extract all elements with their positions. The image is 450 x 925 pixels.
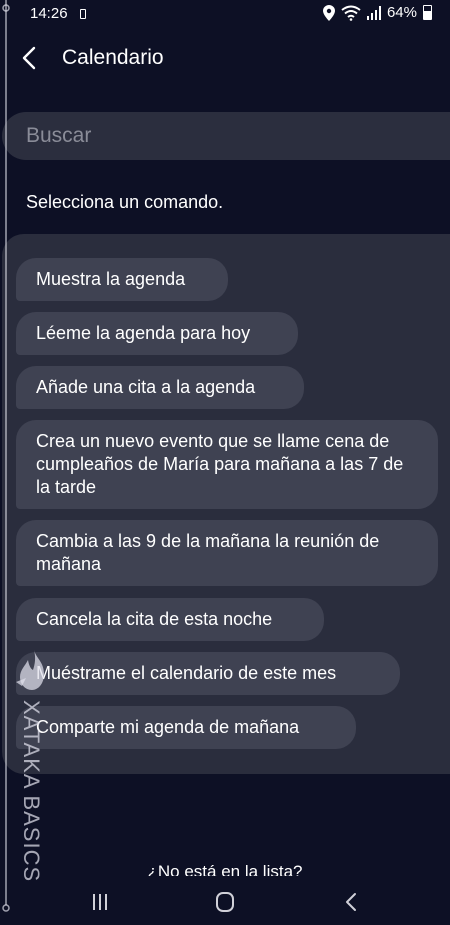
status-indicators: 64% [322, 4, 432, 21]
nav-back-icon[interactable] [332, 886, 372, 918]
home-icon[interactable] [205, 886, 245, 918]
command-item[interactable]: Léeme la agenda para hoy [16, 312, 298, 355]
sim-icon [80, 9, 86, 19]
commands-panel: Muestra la agenda Léeme la agenda para h… [2, 234, 450, 774]
status-bar: 14:26 64% [0, 0, 450, 32]
command-item[interactable]: Añade una cita a la agenda [16, 366, 304, 409]
wifi-icon [341, 5, 361, 21]
command-item[interactable]: Muestra la agenda [16, 258, 228, 301]
command-item[interactable]: Cambia a las 9 de la mañana la reunión d… [16, 520, 438, 586]
command-item[interactable]: Comparte mi agenda de mañana [16, 706, 356, 749]
not-in-list-link[interactable]: ¿No está en la lista? [0, 862, 450, 876]
command-item[interactable]: Muéstrame el calendario de este mes [16, 652, 400, 695]
select-command-prompt: Selecciona un comando. [26, 192, 224, 212]
page-title: Calendario [62, 46, 164, 69]
navigation-bar [0, 878, 450, 925]
recents-icon[interactable] [80, 886, 120, 918]
search-input[interactable] [2, 112, 450, 160]
command-item[interactable]: Crea un nuevo evento que se llame cena d… [16, 420, 438, 509]
location-pin-icon [322, 4, 335, 21]
command-item[interactable]: Cancela la cita de esta noche [16, 598, 324, 641]
signal-icon [366, 5, 381, 20]
app-header: Calendario [0, 38, 450, 78]
battery-icon [423, 5, 432, 20]
not-in-list-label: ¿No está en la lista? [147, 862, 303, 876]
battery-percent: 64% [386, 4, 417, 21]
status-time: 14:26 [30, 5, 68, 22]
back-arrow-icon[interactable] [18, 44, 42, 72]
